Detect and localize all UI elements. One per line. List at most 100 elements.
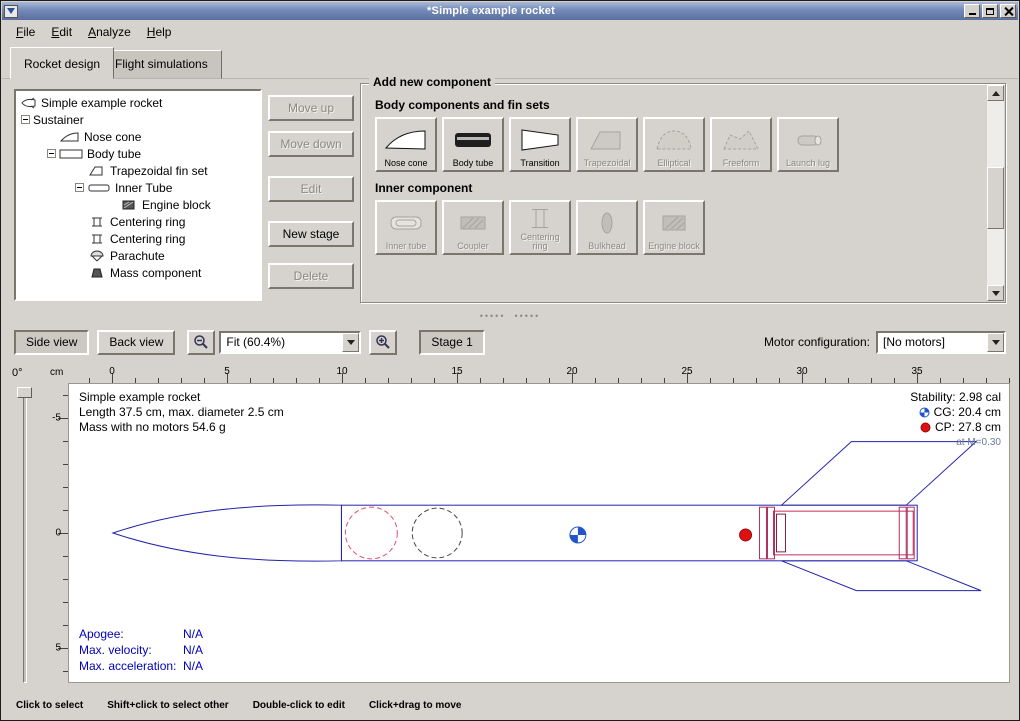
- ruler-tick-label: 0: [109, 366, 115, 377]
- nose-cone-shape[interactable]: [113, 505, 342, 561]
- cg-value: CG: 20.4 cm: [934, 405, 1001, 420]
- centering-ring-icon: [518, 204, 562, 233]
- freeform-fin-icon: [719, 121, 763, 159]
- component-panel-scrollbar[interactable]: [987, 85, 1004, 301]
- add-inner-tube-button[interactable]: Inner tube: [375, 200, 437, 255]
- flight-data-block: Apogee:N/A Max. velocity:N/A Max. accele…: [79, 626, 203, 674]
- close-button[interactable]: [1000, 4, 1016, 18]
- component-button-label: Launch lug: [786, 159, 830, 168]
- scrollbar-track[interactable]: [987, 101, 1004, 285]
- component-button-label: Transition: [520, 159, 559, 168]
- menu-analyze[interactable]: Analyze: [80, 22, 139, 42]
- horizontal-ruler: 0 5 10 15 20 25 30 35: [68, 365, 1010, 383]
- chevron-down-icon[interactable]: [342, 333, 359, 352]
- back-view-button[interactable]: Back view: [97, 330, 175, 355]
- tree-item-mass-component[interactable]: Mass component: [16, 264, 260, 281]
- tree-item-centering-ring-2[interactable]: Centering ring: [16, 230, 260, 247]
- inner-tube-icon: [87, 182, 111, 194]
- motor-configuration-select[interactable]: [No motors]: [876, 331, 1006, 354]
- arrow-up-icon: [992, 91, 1000, 96]
- collapse-icon[interactable]: [21, 115, 30, 124]
- collapse-icon[interactable]: [47, 149, 56, 158]
- tree-item-centering-ring-1[interactable]: Centering ring: [16, 213, 260, 230]
- zoom-in-button[interactable]: [369, 330, 397, 355]
- tree-item-label: Centering ring: [110, 232, 185, 246]
- fin-upper-shape[interactable]: [781, 442, 976, 506]
- centering-ring-icon: [88, 216, 106, 228]
- tree-item-parachute[interactable]: Parachute: [16, 247, 260, 264]
- ruler-tick-label: 20: [566, 366, 577, 377]
- menu-help[interactable]: Help: [139, 22, 180, 42]
- edit-button[interactable]: Edit: [268, 176, 354, 202]
- collapse-icon[interactable]: [75, 183, 84, 192]
- max-velocity-label: Max. velocity:: [79, 642, 183, 658]
- trapezoidal-fin-icon: [88, 165, 106, 177]
- tab-bar: Rocket design Flight simulations: [2, 45, 1018, 79]
- tree-item-label: Body tube: [87, 147, 141, 161]
- side-view-button[interactable]: Side view: [14, 330, 89, 355]
- zoom-out-button[interactable]: [187, 330, 215, 355]
- zoom-select[interactable]: Fit (60.4%): [219, 331, 361, 354]
- component-button-label: Elliptical: [657, 159, 690, 168]
- move-up-button[interactable]: Move up: [268, 95, 354, 121]
- minimize-button[interactable]: [964, 4, 980, 18]
- body-tube-icon: [59, 148, 83, 160]
- menu-edit[interactable]: Edit: [43, 22, 80, 42]
- component-button-label: Engine block: [648, 242, 700, 251]
- add-trapezoidal-fin-button[interactable]: Trapezoidal: [576, 117, 638, 172]
- ruler-tick-label: 10: [336, 366, 347, 377]
- stability-value: Stability: 2.98 cal: [910, 390, 1001, 405]
- hint-shift-click: Shift+click to select other: [107, 700, 228, 711]
- tree-item-engine-block[interactable]: Engine block: [16, 196, 260, 213]
- app-icon[interactable]: [4, 5, 18, 18]
- motor-configuration-label: Motor configuration:: [764, 335, 870, 349]
- hint-click-select: Click to select: [16, 700, 83, 711]
- rotation-slider-track[interactable]: [23, 389, 27, 683]
- tree-item-inner-tube[interactable]: Inner Tube: [16, 179, 260, 196]
- add-bulkhead-button[interactable]: Bulkhead: [576, 200, 638, 255]
- engine-block-icon: [652, 204, 696, 242]
- nose-cone-icon: [384, 121, 428, 159]
- add-coupler-button[interactable]: Coupler: [442, 200, 504, 255]
- tree-item-rocket[interactable]: Simple example rocket: [16, 94, 260, 111]
- scrollbar-thumb[interactable]: [987, 167, 1004, 229]
- add-nose-cone-button[interactable]: Nose cone: [375, 117, 437, 172]
- tab-rocket-design[interactable]: Rocket design: [10, 47, 114, 79]
- add-body-tube-button[interactable]: Body tube: [442, 117, 504, 172]
- move-down-button[interactable]: Move down: [268, 131, 354, 157]
- ruler-tick-label: 0: [55, 528, 61, 539]
- rocket-info-block: Simple example rocket Length 37.5 cm, ma…: [79, 390, 284, 435]
- close-icon: [1004, 7, 1013, 16]
- add-engine-block-button[interactable]: Engine block: [643, 200, 705, 255]
- maximize-button[interactable]: [982, 4, 998, 18]
- component-button-label: Freeform: [723, 159, 760, 168]
- new-stage-button[interactable]: New stage: [268, 221, 354, 247]
- chevron-down-icon[interactable]: [987, 333, 1004, 352]
- add-freeform-fin-button[interactable]: Freeform: [710, 117, 772, 172]
- add-launch-lug-button[interactable]: Launch lug: [777, 117, 839, 172]
- body-tube-shape[interactable]: [341, 505, 917, 561]
- component-button-label: Body tube: [453, 159, 494, 168]
- scroll-down-button[interactable]: [987, 285, 1004, 301]
- zoom-out-icon: [193, 334, 209, 350]
- tree-item-sustainer[interactable]: Sustainer: [16, 111, 260, 128]
- add-elliptical-fin-button[interactable]: Elliptical: [643, 117, 705, 172]
- body-components-row: Nose cone Body tube Transition Trapezoid…: [375, 117, 985, 172]
- delete-button[interactable]: Delete: [268, 263, 354, 289]
- component-button-label: Coupler: [457, 242, 489, 251]
- fin-lower-shape[interactable]: [781, 561, 981, 591]
- splitter-handle[interactable]: ••••• •••••: [1, 309, 1019, 323]
- scroll-up-button[interactable]: [987, 85, 1004, 101]
- rocket-name: Simple example rocket: [79, 390, 284, 405]
- add-transition-button[interactable]: Transition: [509, 117, 571, 172]
- rocket-canvas[interactable]: Simple example rocket Length 37.5 cm, ma…: [68, 383, 1010, 683]
- tree-item-body-tube[interactable]: Body tube: [16, 145, 260, 162]
- add-centering-ring-button[interactable]: Centering ring: [509, 200, 571, 255]
- stage-1-toggle[interactable]: Stage 1: [419, 330, 484, 355]
- menu-file[interactable]: File: [8, 22, 43, 42]
- rotation-slider-thumb[interactable]: [17, 387, 32, 398]
- tree-item-nose-cone[interactable]: Nose cone: [16, 128, 260, 145]
- tree-item-trapezoidal-fin-set[interactable]: Trapezoidal fin set: [16, 162, 260, 179]
- tab-flight-simulations[interactable]: Flight simulations: [101, 50, 222, 79]
- cp-marker: [740, 529, 752, 541]
